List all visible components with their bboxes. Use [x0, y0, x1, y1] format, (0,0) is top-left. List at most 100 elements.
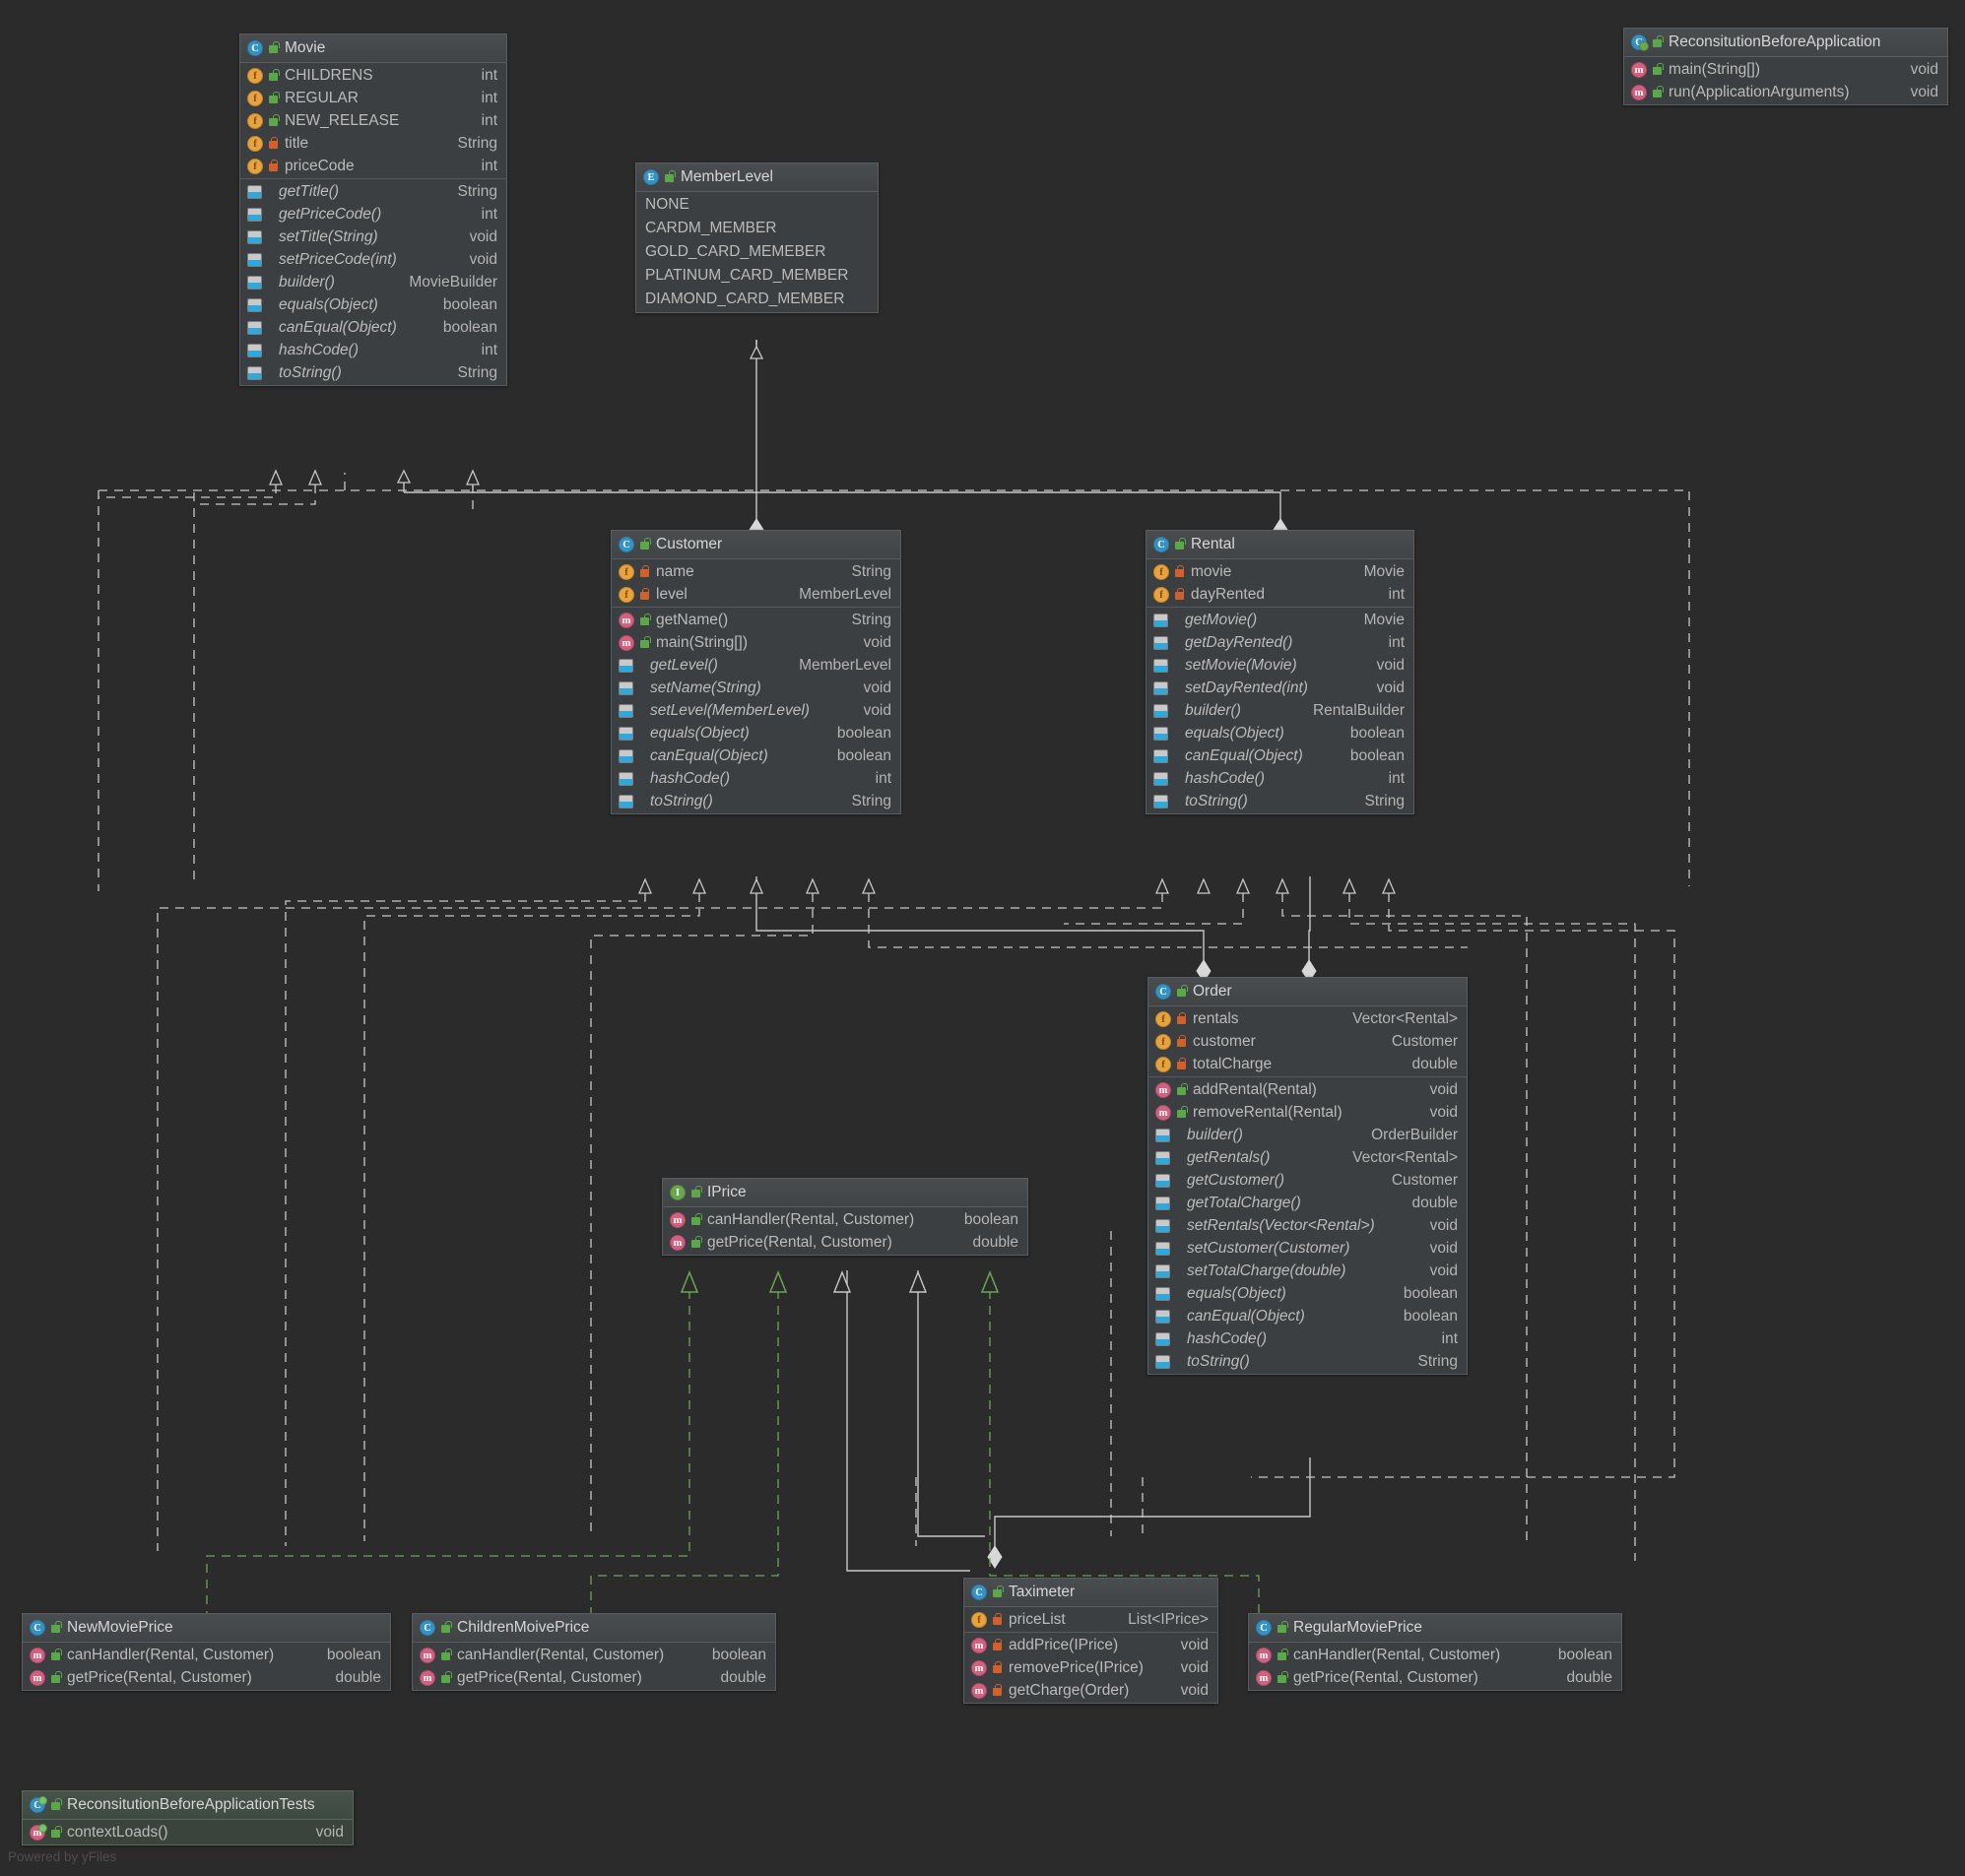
- method-row[interactable]: builder() MovieBuilder: [240, 271, 506, 293]
- method-row[interactable]: setLevel(MemberLevel) void: [612, 699, 900, 722]
- abstract-method-icon: [247, 276, 262, 290]
- class-node-reconsitutionbeforeapplicationtests[interactable]: C ReconsitutionBeforeApplicationTests m …: [22, 1790, 354, 1845]
- class-node-regularmovieprice[interactable]: C RegularMoviePrice m canHandler(Rental,…: [1248, 1613, 1622, 1691]
- method-row[interactable]: m run(ApplicationArguments) void: [1624, 81, 1947, 103]
- method-row[interactable]: toString() String: [1148, 1350, 1467, 1373]
- method-row[interactable]: setDayRented(int) void: [1146, 677, 1413, 699]
- method-row[interactable]: hashCode() int: [612, 767, 900, 790]
- field-row[interactable]: f title String: [240, 132, 506, 155]
- field-row[interactable]: f REGULAR int: [240, 87, 506, 109]
- method-row[interactable]: builder() RentalBuilder: [1146, 699, 1413, 722]
- method-row[interactable]: toString() String: [612, 790, 900, 812]
- method-row[interactable]: getPriceCode() int: [240, 203, 506, 226]
- method-row[interactable]: hashCode() int: [1148, 1327, 1467, 1350]
- enum-node-memberlevel[interactable]: E MemberLevel NONE CARDM_MEMBER GOLD_CAR…: [635, 162, 879, 313]
- method-row[interactable]: getMovie() Movie: [1146, 609, 1413, 631]
- method-row[interactable]: setCustomer(Customer) void: [1148, 1237, 1467, 1260]
- fields-section: f CHILDRENS int f REGULAR int f NEW_RELE…: [240, 63, 506, 179]
- method-row[interactable]: getRentals() Vector<Rental>: [1148, 1146, 1467, 1169]
- method-row[interactable]: setTitle(String) void: [240, 226, 506, 248]
- field-name: dayRented: [1191, 585, 1265, 604]
- method-row[interactable]: setRentals(Vector<Rental>) void: [1148, 1214, 1467, 1237]
- method-row[interactable]: equals(Object) boolean: [240, 293, 506, 316]
- field-row[interactable]: f priceCode int: [240, 155, 506, 177]
- public-visibility-icon: [1651, 63, 1664, 77]
- class-node-order[interactable]: C Order f rentals Vector<Rental> f custo…: [1147, 977, 1468, 1375]
- method-row[interactable]: setName(String) void: [612, 677, 900, 699]
- interface-node-iprice[interactable]: I IPrice m canHandler(Rental, Customer) …: [662, 1178, 1028, 1256]
- method-row[interactable]: m getPrice(Rental, Customer) double: [1249, 1666, 1621, 1689]
- method-row[interactable]: toString() String: [1146, 790, 1413, 812]
- method-name: setTotalCharge(double): [1187, 1261, 1345, 1280]
- field-row[interactable]: f customer Customer: [1148, 1030, 1467, 1053]
- enum-constant[interactable]: PLATINUM_CARD_MEMBER: [636, 264, 878, 288]
- method-row[interactable]: equals(Object) boolean: [1148, 1282, 1467, 1305]
- method-row[interactable]: canEqual(Object) boolean: [1146, 744, 1413, 767]
- class-node-taximeter[interactable]: C Taximeter f priceList List<IPrice> m a…: [963, 1578, 1218, 1704]
- field-row[interactable]: f rentals Vector<Rental>: [1148, 1007, 1467, 1030]
- method-row[interactable]: setPriceCode(int) void: [240, 248, 506, 271]
- field-row[interactable]: f NEW_RELEASE int: [240, 109, 506, 132]
- method-row[interactable]: setMovie(Movie) void: [1146, 654, 1413, 677]
- private-visibility-icon: [1175, 1058, 1188, 1071]
- method-row[interactable]: builder() OrderBuilder: [1148, 1124, 1467, 1146]
- method-row[interactable]: setTotalCharge(double) void: [1148, 1260, 1467, 1282]
- class-node-movie[interactable]: C Movie f CHILDRENS int f REGULAR int: [239, 33, 507, 386]
- method-row[interactable]: m addPrice(IPrice) void: [964, 1634, 1217, 1656]
- method-row[interactable]: m canHandler(Rental, Customer) boolean: [413, 1644, 775, 1666]
- method-row[interactable]: m canHandler(Rental, Customer) boolean: [1249, 1644, 1621, 1666]
- method-row[interactable]: canEqual(Object) boolean: [240, 316, 506, 339]
- class-node-childrenmoivprice[interactable]: C ChildrenMoivePrice m canHandler(Rental…: [412, 1613, 776, 1691]
- class-node-reconsitutionbeforeapplication[interactable]: C ReconsitutionBeforeApplication m main(…: [1623, 28, 1948, 105]
- method-row[interactable]: m canHandler(Rental, Customer) boolean: [663, 1208, 1027, 1231]
- method-row[interactable]: hashCode() int: [1146, 767, 1413, 790]
- method-row[interactable]: m getPrice(Rental, Customer) double: [413, 1666, 775, 1689]
- method-row[interactable]: m canHandler(Rental, Customer) boolean: [23, 1644, 390, 1666]
- method-row[interactable]: m removePrice(IPrice) void: [964, 1656, 1217, 1679]
- field-icon: f: [619, 564, 634, 580]
- method-row[interactable]: getTotalCharge() double: [1148, 1192, 1467, 1214]
- field-row[interactable]: f CHILDRENS int: [240, 64, 506, 87]
- class-name: ReconsitutionBeforeApplicationTests: [67, 1796, 315, 1814]
- method-row[interactable]: getDayRented() int: [1146, 631, 1413, 654]
- field-row[interactable]: f name String: [612, 560, 900, 583]
- method-row[interactable]: canEqual(Object) boolean: [612, 744, 900, 767]
- method-icon: m: [1256, 1670, 1272, 1686]
- method-row[interactable]: equals(Object) boolean: [612, 722, 900, 744]
- field-name: customer: [1193, 1032, 1256, 1051]
- enum-constant[interactable]: CARDM_MEMBER: [636, 217, 878, 240]
- method-row[interactable]: canEqual(Object) boolean: [1148, 1305, 1467, 1327]
- method-row[interactable]: m main(String[]) void: [612, 631, 900, 654]
- method-row[interactable]: m getPrice(Rental, Customer) double: [663, 1231, 1027, 1254]
- field-row[interactable]: f movie Movie: [1146, 560, 1413, 583]
- field-row[interactable]: f level MemberLevel: [612, 583, 900, 606]
- field-row[interactable]: f totalCharge double: [1148, 1053, 1467, 1075]
- enum-constant[interactable]: NONE: [636, 193, 878, 217]
- public-visibility-icon: [49, 1798, 62, 1812]
- method-row[interactable]: m contextLoads() void: [23, 1821, 353, 1844]
- class-node-customer[interactable]: C Customer f name String f level MemberL…: [611, 530, 901, 814]
- method-name: getPrice(Rental, Customer): [457, 1668, 642, 1687]
- method-row[interactable]: m removeRental(Rental) void: [1148, 1101, 1467, 1124]
- enum-constant[interactable]: GOLD_CARD_MEMEBER: [636, 240, 878, 264]
- method-row[interactable]: getLevel() MemberLevel: [612, 654, 900, 677]
- method-name: getPrice(Rental, Customer): [1293, 1668, 1478, 1687]
- method-row[interactable]: m getCharge(Order) void: [964, 1679, 1217, 1702]
- field-row[interactable]: f dayRented int: [1146, 583, 1413, 606]
- method-row[interactable]: getCustomer() Customer: [1148, 1169, 1467, 1192]
- class-node-newmovieprice[interactable]: C NewMoviePrice m canHandler(Rental, Cus…: [22, 1613, 391, 1691]
- method-row[interactable]: hashCode() int: [240, 339, 506, 361]
- field-row[interactable]: f priceList List<IPrice>: [964, 1608, 1217, 1631]
- method-row[interactable]: equals(Object) boolean: [1146, 722, 1413, 744]
- method-row[interactable]: m getPrice(Rental, Customer) double: [23, 1666, 390, 1689]
- class-node-rental[interactable]: C Rental f movie Movie f dayRented int: [1146, 530, 1414, 814]
- method-row[interactable]: m getName() String: [612, 609, 900, 631]
- method-name: hashCode(): [650, 769, 730, 788]
- method-row[interactable]: getTitle() String: [240, 180, 506, 203]
- enum-constant[interactable]: DIAMOND_CARD_MEMBER: [636, 288, 878, 311]
- method-row[interactable]: m addRental(Rental) void: [1148, 1078, 1467, 1101]
- method-icon: m: [971, 1660, 987, 1676]
- method-row[interactable]: toString() String: [240, 361, 506, 384]
- method-row[interactable]: m main(String[]) void: [1624, 58, 1947, 81]
- public-visibility-icon: [439, 1649, 452, 1662]
